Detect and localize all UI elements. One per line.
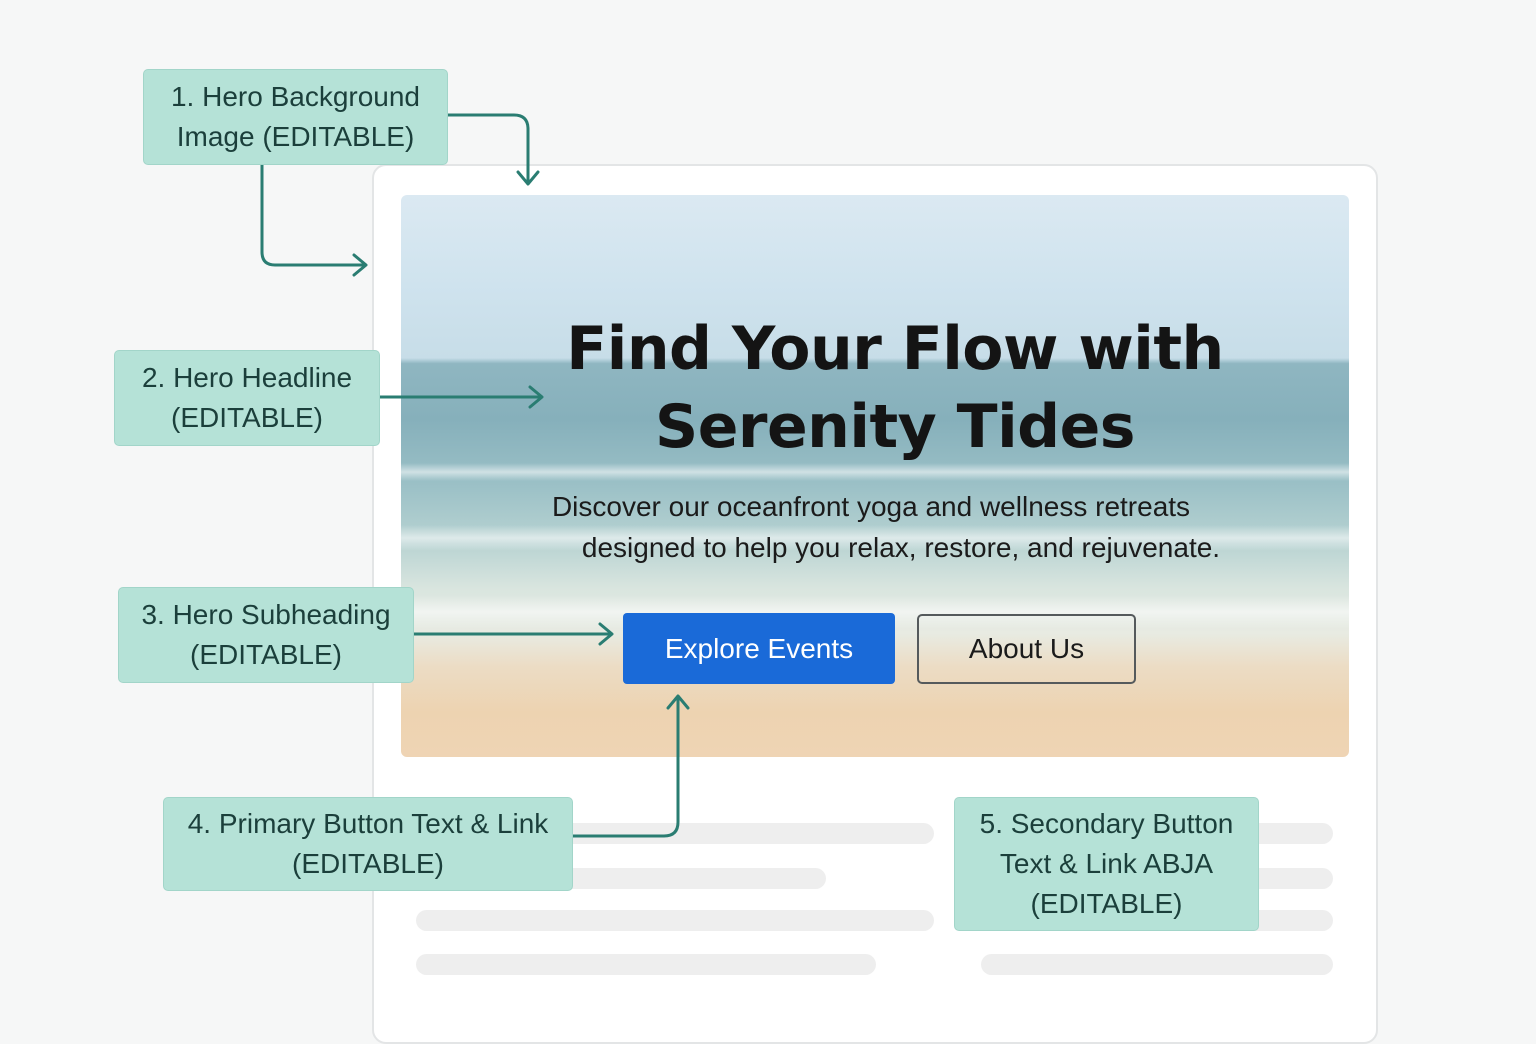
callout-hero-headline: 2. Hero Headline (EDITABLE): [114, 350, 380, 446]
arrow-line: [260, 163, 366, 267]
callout-secondary-button: 5. Secondary Button Text & Link ABJA (ED…: [954, 797, 1259, 931]
callout-text: Text & Link ABJA: [999, 848, 1214, 879]
hero-subheading: Discover our oceanfront yoga and wellnes…: [401, 486, 1401, 568]
arrow-head: [352, 253, 368, 277]
hero-headline-line: Find Your Flow with: [566, 314, 1224, 384]
hero-subheading-line: designed to help you relax, restore, and…: [581, 532, 1221, 563]
callout-text: Image (EDITABLE): [176, 121, 415, 152]
callout-text: 2. Hero Headline: [141, 362, 353, 393]
about-us-button[interactable]: About Us: [917, 614, 1136, 684]
callout-hero-background: 1. Hero Background Image (EDITABLE): [143, 69, 448, 165]
callout-hero-subheading: 3. Hero Subheading (EDITABLE): [118, 587, 414, 683]
hero-headline: Find Your Flow with Serenity Tides: [401, 310, 1389, 466]
callout-text: (EDITABLE): [1030, 888, 1183, 919]
placeholder-line: [981, 954, 1333, 975]
callout-text: 1. Hero Background: [170, 81, 421, 112]
placeholder-line: [416, 954, 876, 975]
callout-text: 4. Primary Button Text & Link: [187, 808, 549, 839]
placeholder-line: [416, 910, 934, 931]
callout-text: 3. Hero Subheading: [141, 599, 391, 630]
callout-text: 5. Secondary Button: [979, 808, 1234, 839]
hero-headline-line: Serenity Tides: [654, 392, 1136, 462]
explore-events-button[interactable]: Explore Events: [623, 613, 895, 684]
hero-subheading-line: Discover our oceanfront yoga and wellnes…: [551, 491, 1191, 522]
callout-primary-button: 4. Primary Button Text & Link (EDITABLE): [163, 797, 573, 891]
callout-text: (EDITABLE): [171, 402, 323, 433]
callout-text: (EDITABLE): [190, 639, 342, 670]
callout-text: (EDITABLE): [292, 848, 444, 879]
